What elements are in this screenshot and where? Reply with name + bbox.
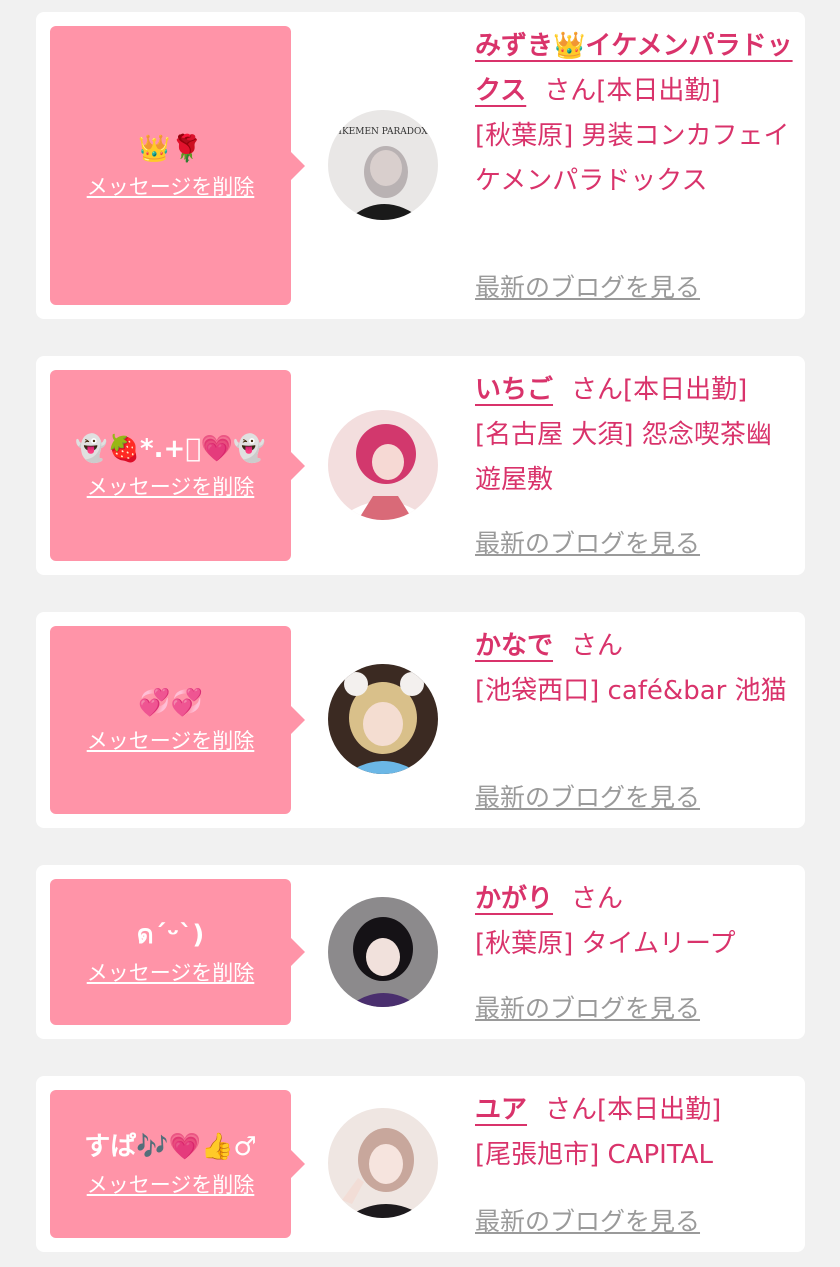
message-bubble: 👻🍓*.+ﾟ💗👻 メッセージを削除	[50, 370, 305, 561]
card-info: かなで さん [池袋西口] café&bar 池猫	[475, 624, 793, 714]
cast-name-link[interactable]: かなで	[475, 631, 553, 661]
shop-info: [秋葉原] タイムリープ	[475, 929, 736, 959]
cast-suffix: さん[本日出勤]	[571, 375, 748, 405]
delete-message-link[interactable]: メッセージを削除	[87, 1172, 255, 1198]
avatar[interactable]: IKEMEN PARADOX	[328, 110, 438, 220]
cast-suffix: さん[本日出勤]	[544, 76, 721, 106]
avatar-caption: IKEMEN PARADOX	[338, 127, 428, 137]
message-card: 💞💞 メッセージを削除 かなで さん [池袋西口] café&bar 池猫 最新の…	[36, 612, 805, 828]
delete-message-link[interactable]: メッセージを削除	[87, 728, 255, 754]
delete-message-link[interactable]: メッセージを削除	[87, 960, 255, 986]
message-emoji-text: すぱ🎶💗👍♂	[84, 1132, 257, 1162]
message-bubble: すぱ🎶💗👍♂ メッセージを削除	[50, 1090, 305, 1238]
cast-suffix: さん	[571, 884, 624, 914]
card-info: いちご さん[本日出勤] [名古屋 大須] 怨念喫茶幽遊屋敷	[475, 368, 793, 503]
avatar[interactable]	[328, 410, 438, 520]
message-emoji-text: 👑🌹	[138, 133, 203, 164]
message-emoji-text: ดˊᵕˋ)	[136, 920, 205, 950]
latest-blog-link[interactable]: 最新のブログを見る	[475, 524, 700, 560]
cast-name-link[interactable]: かがり	[475, 884, 553, 914]
latest-blog-link[interactable]: 最新のブログを見る	[475, 778, 700, 814]
shop-info: [池袋西口] café&bar 池猫	[475, 676, 787, 706]
card-info: ユア さん[本日出勤] [尾張旭市] CAPITAL	[475, 1088, 793, 1178]
cast-name-link[interactable]: いちご	[475, 375, 553, 405]
shop-info: [秋葉原] 男装コンカフェイケメンパラドックス	[475, 121, 790, 196]
message-bubble: 💞💞 メッセージを削除	[50, 626, 305, 814]
card-info: みずき👑イケメンパラドックス さん[本日出勤] [秋葉原] 男装コンカフェイケメン…	[475, 24, 793, 204]
message-card: 👑🌹 メッセージを削除 IKEMEN PARADOX みずき👑イケメンパラドック…	[36, 12, 805, 319]
shop-info: [名古屋 大須] 怨念喫茶幽遊屋敷	[475, 420, 772, 495]
message-card: 👻🍓*.+ﾟ💗👻 メッセージを削除 いちご さん[本日出勤] [名古屋 大須] 怨…	[36, 356, 805, 575]
card-info: かがり さん [秋葉原] タイムリープ	[475, 877, 793, 967]
message-bubble: 👑🌹 メッセージを削除	[50, 26, 305, 305]
delete-message-link[interactable]: メッセージを削除	[87, 174, 255, 200]
message-card: すぱ🎶💗👍♂ メッセージを削除 ユア さん[本日出勤] [尾張旭市] CAPITA…	[36, 1076, 805, 1252]
latest-blog-link[interactable]: 最新のブログを見る	[475, 268, 700, 304]
cast-suffix: さん[本日出勤]	[545, 1095, 722, 1125]
message-emoji-text: 👻🍓*.+ﾟ💗👻	[75, 433, 266, 464]
cast-name-link[interactable]: ユア	[475, 1095, 527, 1125]
avatar[interactable]	[328, 1108, 438, 1218]
avatar[interactable]	[328, 897, 438, 1007]
latest-blog-link[interactable]: 最新のブログを見る	[475, 1202, 700, 1238]
message-bubble: ดˊᵕˋ) メッセージを削除	[50, 879, 305, 1025]
latest-blog-link[interactable]: 最新のブログを見る	[475, 989, 700, 1025]
avatar[interactable]	[328, 664, 438, 774]
delete-message-link[interactable]: メッセージを削除	[87, 474, 255, 500]
message-list: 👑🌹 メッセージを削除 IKEMEN PARADOX みずき👑イケメンパラドック…	[0, 0, 840, 1267]
message-emoji-text: 💞💞	[138, 688, 203, 718]
message-card: ดˊᵕˋ) メッセージを削除 かがり さん [秋葉原] タイムリープ 最新のブログ…	[36, 865, 805, 1039]
cast-suffix: さん	[571, 631, 624, 661]
shop-info: [尾張旭市] CAPITAL	[475, 1140, 713, 1170]
